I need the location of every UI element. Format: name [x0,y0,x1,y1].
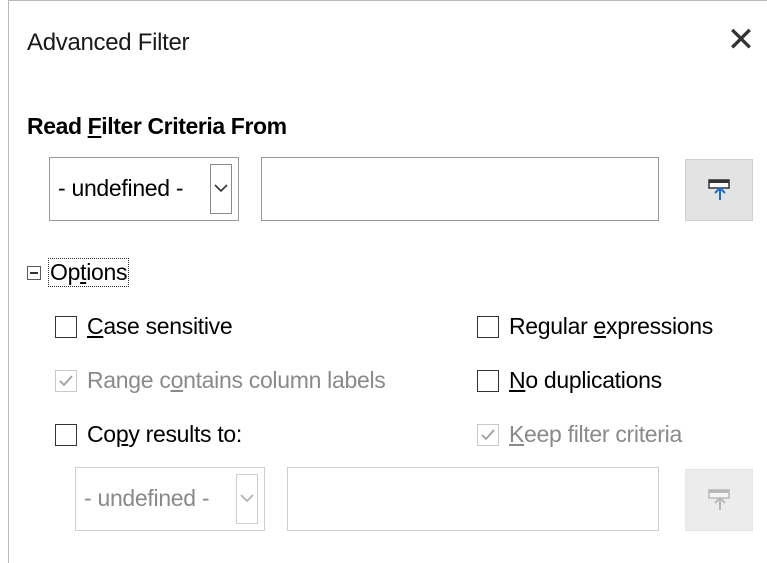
copy-target-dropdown-button [236,474,258,524]
criteria-range-select-value: - undefined - [58,175,184,201]
checkmark-icon [481,429,495,441]
shrink-icon [708,179,730,200]
criteria-dropdown-button[interactable] [210,164,232,214]
close-icon[interactable]: ✕ [724,23,758,57]
collapse-icon[interactable] [27,266,41,280]
shrink-icon [708,489,730,510]
criteria-shrink-button[interactable] [685,159,753,221]
copy-target-input [287,467,659,531]
dialog-content: Read Filter Criteria From - undefined - [9,93,767,563]
dialog-title: Advanced Filter [27,29,190,56]
title-bar: Advanced Filter ✕ [9,1,767,93]
copy-target-select-value: - undefined - [84,485,210,511]
chevron-down-icon [240,494,254,503]
read-criteria-mnemonic: F [87,113,102,139]
checkmark-icon [59,375,73,387]
options-label[interactable]: Options [47,258,130,287]
copy-target-shrink-button [685,469,753,531]
advanced-filter-dialog: Advanced Filter ✕ Read Filter Criteria F… [8,0,767,563]
copy-target-select: - undefined - [75,467,265,531]
chevron-down-icon [214,184,228,193]
criteria-range-input[interactable] [261,157,659,221]
read-criteria-label: Read Filter Criteria From [27,113,287,139]
criteria-range-select[interactable]: - undefined - [49,157,239,221]
